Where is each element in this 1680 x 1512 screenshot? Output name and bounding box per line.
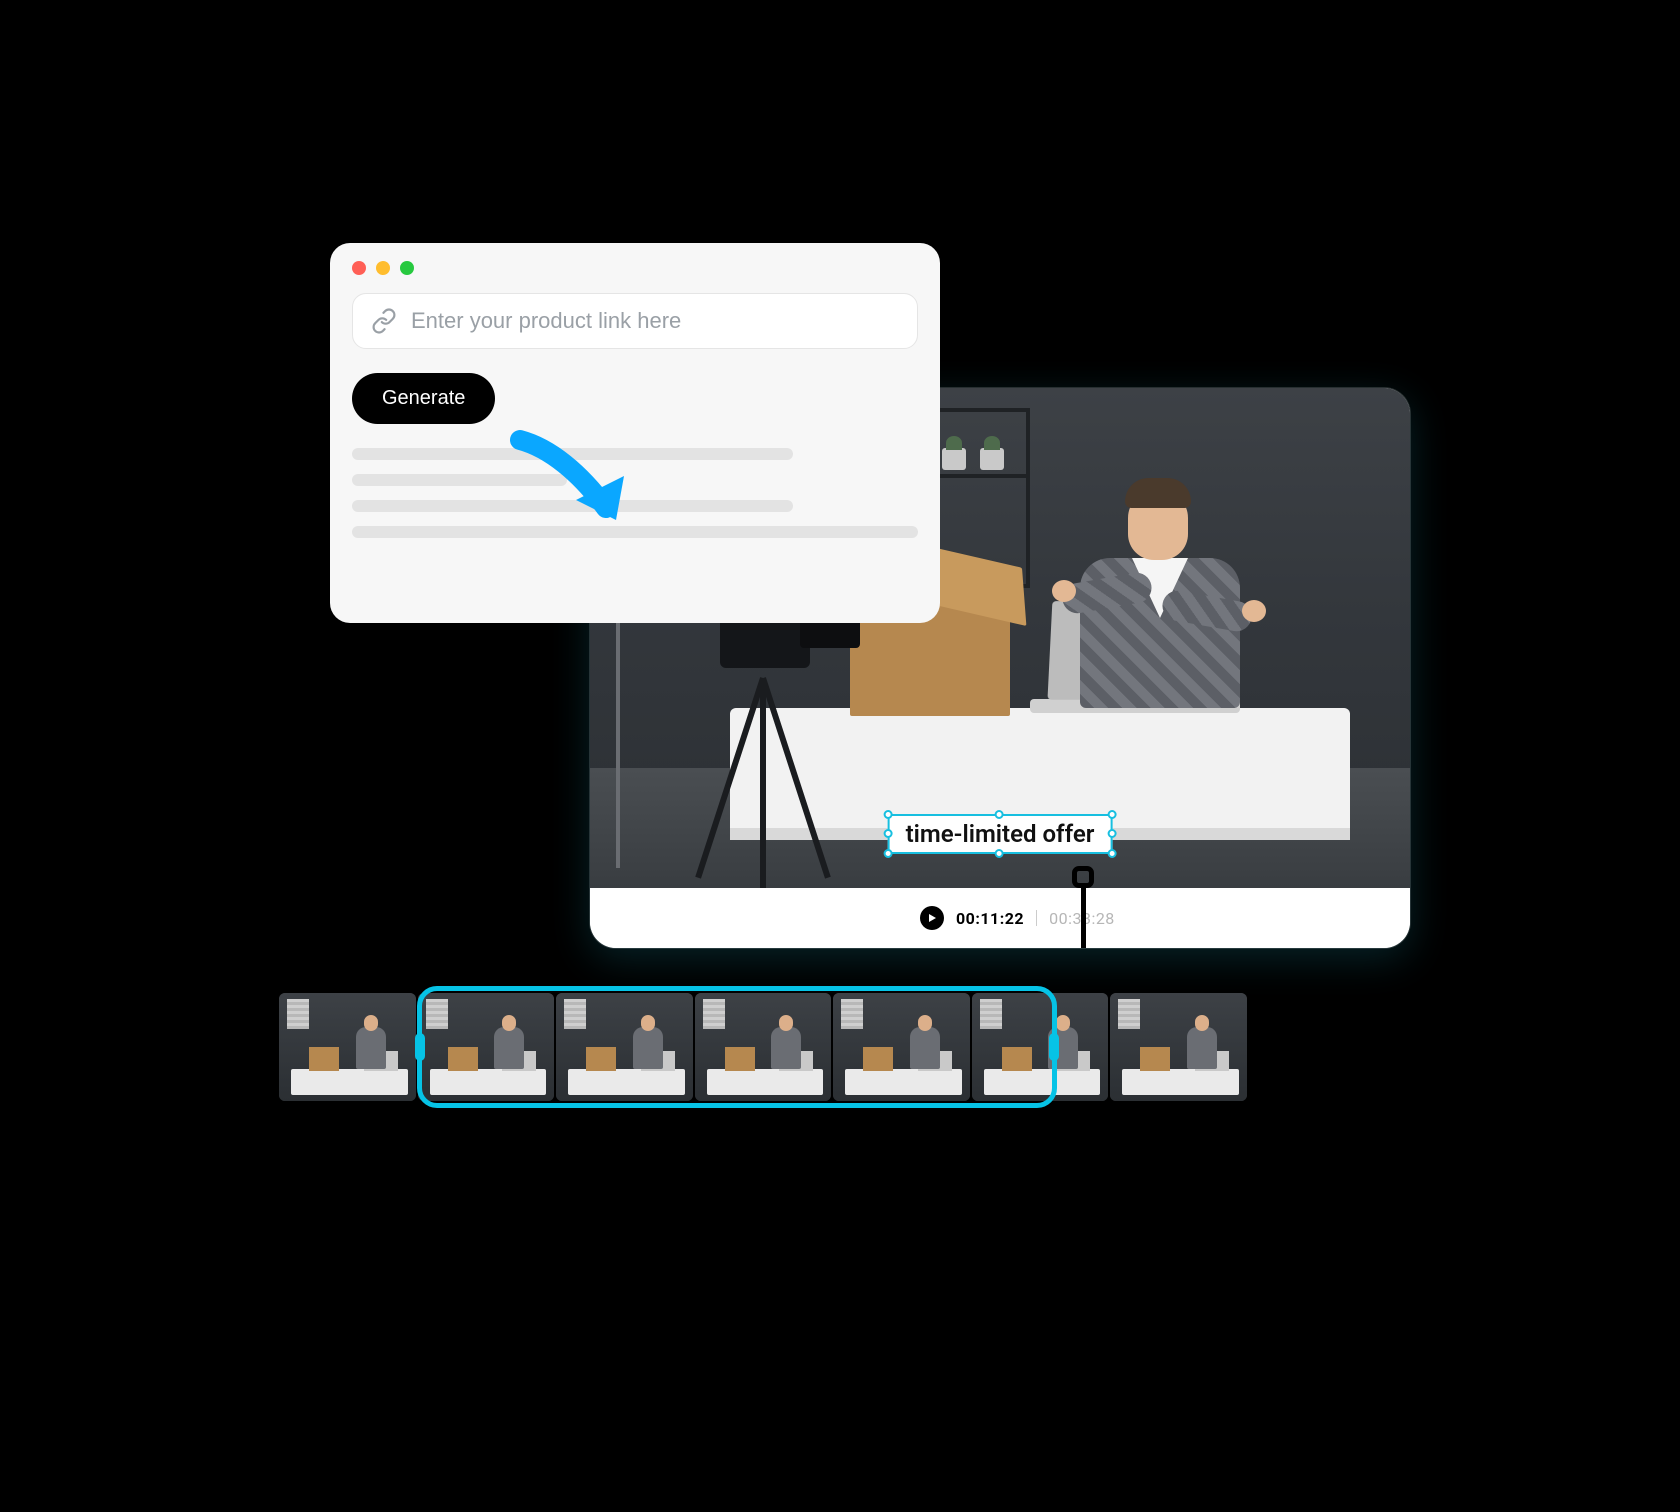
minimize-icon[interactable] bbox=[376, 261, 390, 275]
resize-handle[interactable] bbox=[1107, 849, 1116, 858]
timeline-clip[interactable] bbox=[972, 993, 1109, 1101]
timeline-clip[interactable] bbox=[1110, 993, 1247, 1101]
maximize-icon[interactable] bbox=[400, 261, 414, 275]
play-button[interactable] bbox=[920, 906, 944, 930]
loading-skeleton bbox=[352, 448, 918, 538]
timeline-clip[interactable] bbox=[695, 993, 832, 1101]
skeleton-line bbox=[352, 474, 567, 486]
timeline-clip[interactable] bbox=[833, 993, 970, 1101]
close-icon[interactable] bbox=[352, 261, 366, 275]
product-link-input-container[interactable] bbox=[352, 293, 918, 349]
video-controls: 00:11:22 00:33:28 bbox=[590, 888, 1410, 948]
resize-handle[interactable] bbox=[1107, 829, 1116, 838]
timeline-clip[interactable] bbox=[418, 993, 555, 1101]
window-traffic-lights bbox=[352, 261, 918, 275]
timeline-clip[interactable] bbox=[556, 993, 693, 1101]
link-icon bbox=[371, 308, 397, 334]
skeleton-line bbox=[352, 448, 793, 460]
resize-handle[interactable] bbox=[995, 810, 1004, 819]
selection-handle-right[interactable] bbox=[1049, 1033, 1059, 1061]
skeleton-line bbox=[352, 500, 793, 512]
generate-button[interactable]: Generate bbox=[352, 373, 495, 424]
resize-handle[interactable] bbox=[1107, 810, 1116, 819]
resize-handle[interactable] bbox=[884, 829, 893, 838]
resize-handle[interactable] bbox=[884, 810, 893, 819]
selection-handle-left[interactable] bbox=[415, 1033, 425, 1061]
product-link-input[interactable] bbox=[411, 308, 899, 334]
time-divider bbox=[1036, 910, 1037, 926]
caption-text: time-limited offer bbox=[906, 820, 1095, 848]
resize-handle[interactable] bbox=[884, 849, 893, 858]
timeline-clip[interactable] bbox=[279, 993, 416, 1101]
skeleton-line bbox=[352, 526, 918, 538]
playhead-marker[interactable] bbox=[1072, 866, 1094, 948]
link-input-panel: Generate bbox=[330, 243, 940, 623]
time-current: 00:11:22 bbox=[956, 909, 1024, 928]
timeline-track[interactable] bbox=[278, 993, 1248, 1101]
caption-text-overlay[interactable]: time-limited offer bbox=[888, 814, 1113, 854]
